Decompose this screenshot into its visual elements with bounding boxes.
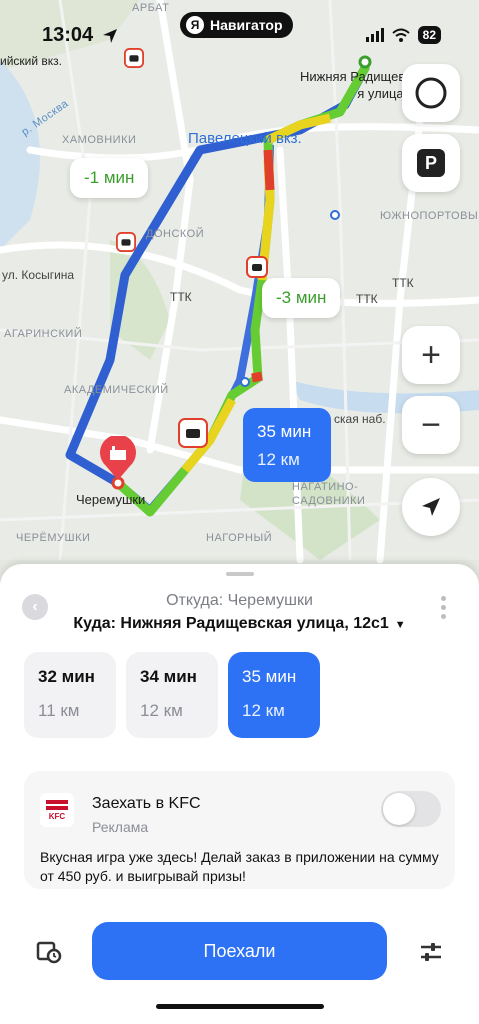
map-label-ttk-right: ТТК: [356, 292, 378, 306]
parking-button[interactable]: P: [402, 134, 460, 192]
status-time: 13:04: [42, 24, 94, 46]
route-variant-distance: 12 км: [242, 701, 285, 720]
map-label-akademichesky: АКАДЕМИЧЕСКИЙ: [64, 384, 169, 396]
route-variant-time: 35 мин: [242, 667, 297, 686]
map-view[interactable]: АРБАТ ийский вкз. р. Москва ХАМОВНИКИ Па…: [0, 0, 479, 600]
alt-route-callout-2[interactable]: -3 мин: [262, 278, 341, 318]
app-pill-label: Навигатор: [210, 17, 283, 33]
promo-card[interactable]: KFC Заехать в KFC Реклама Вкусная игра у…: [24, 771, 455, 889]
history-icon[interactable]: [36, 940, 62, 964]
alt-route-callout-1[interactable]: -1 мин: [70, 158, 149, 198]
map-label-embankment: ская наб.: [334, 412, 386, 426]
map-label-yuzhnoportovy: ЮЖНОПОРТОВЫ: [380, 210, 479, 222]
yandex-logo: Я: [186, 16, 204, 34]
navigation-arrow-icon: [422, 498, 440, 516]
system-icons: 82: [365, 26, 441, 44]
alice-icon: [415, 77, 447, 109]
route-to[interactable]: Куда: Нижняя Радищевская улица, 12с1 ▼: [0, 615, 479, 633]
map-label-ttk-left: ТТК: [170, 290, 192, 304]
map-label-donskoy: ДОНСКОЙ: [146, 228, 205, 240]
camera-icon[interactable]: [178, 418, 208, 448]
selected-route-card[interactable]: 35 мин 12 км: [243, 408, 331, 482]
map-label-gagarinsky: АГАРИНСКИЙ: [4, 328, 83, 340]
location-arrow-icon: [103, 29, 117, 43]
route-settings-icon[interactable]: [419, 940, 443, 964]
map-label-paveletsky: Павелецкий вкз.: [188, 130, 302, 147]
more-options-icon[interactable]: [441, 596, 447, 619]
chevron-down-icon: ▼: [394, 619, 406, 631]
map-label-cheryomushki: ЧЕРЁМУШКИ: [16, 532, 91, 544]
sheet-grabber[interactable]: [226, 572, 254, 576]
zoom-in-button[interactable]: +: [402, 326, 460, 384]
camera-icon[interactable]: [116, 232, 136, 252]
route-to-label: Куда: Нижняя Радищевская улица, 12с1: [73, 615, 389, 632]
route-variant-distance: 12 км: [140, 701, 183, 720]
back-button[interactable]: ‹: [22, 594, 48, 620]
promo-subtitle: Реклама: [92, 819, 149, 835]
zoom-out-button[interactable]: −: [402, 396, 460, 454]
promo-body: Вкусная игра уже здесь! Делай заказ в пр…: [40, 849, 439, 884]
app-pill[interactable]: Я Навигатор: [180, 12, 293, 38]
route-variant-1[interactable]: 32 мин 11 км: [24, 652, 116, 738]
chevron-left-icon: ‹: [32, 598, 38, 615]
toggle-knob: [383, 793, 415, 825]
my-location-button[interactable]: [402, 478, 460, 536]
route-from[interactable]: Откуда: Черемушки: [0, 592, 479, 610]
map-label-nagatino: НАГАТИНО- САДОВНИКИ: [292, 481, 366, 507]
map-label-kosygina: ул. Косыгина: [2, 268, 75, 282]
map-label-ttk-far: ТТК: [392, 276, 414, 290]
route-variant-time: 34 мин: [140, 667, 197, 686]
promo-title: Заехать в KFC: [92, 795, 201, 812]
route-variant-2[interactable]: 34 мин 12 км: [126, 652, 218, 738]
start-pin-icon[interactable]: [98, 436, 138, 482]
map-label-khamovniki: ХАМОВНИКИ: [62, 134, 137, 146]
kfc-logo: KFC: [40, 793, 74, 827]
route-sheet[interactable]: Откуда: Черемушки Куда: Нижняя Радищевск…: [0, 564, 479, 1024]
status-bar: 13:04 Я Навигатор 82: [0, 0, 479, 60]
wifi-icon: [391, 28, 410, 42]
kfc-logo-text: KFC: [48, 811, 66, 821]
alice-button[interactable]: [402, 64, 460, 122]
route-variants: 32 мин 11 км 34 мин 12 км 35 мин 12 км: [24, 652, 320, 738]
selected-route-distance: 12 км: [257, 450, 300, 469]
promo-toggle[interactable]: [381, 791, 441, 827]
start-label: Черемушки: [76, 492, 146, 507]
home-indicator: [156, 1004, 324, 1009]
route-variant-time: 32 мин: [38, 667, 95, 686]
go-button[interactable]: Поехали: [92, 922, 387, 980]
route-variant-distance: 11 км: [38, 701, 80, 720]
selected-route-time: 35 мин: [257, 422, 312, 441]
map-label-nagorny: НАГОРНЫЙ: [206, 532, 273, 544]
cellular-signal-icon: [365, 28, 384, 42]
route-variant-3[interactable]: 35 мин 12 км: [228, 652, 320, 738]
parking-icon: P: [417, 149, 445, 177]
battery-indicator: 82: [417, 26, 441, 44]
camera-icon[interactable]: [246, 256, 268, 278]
